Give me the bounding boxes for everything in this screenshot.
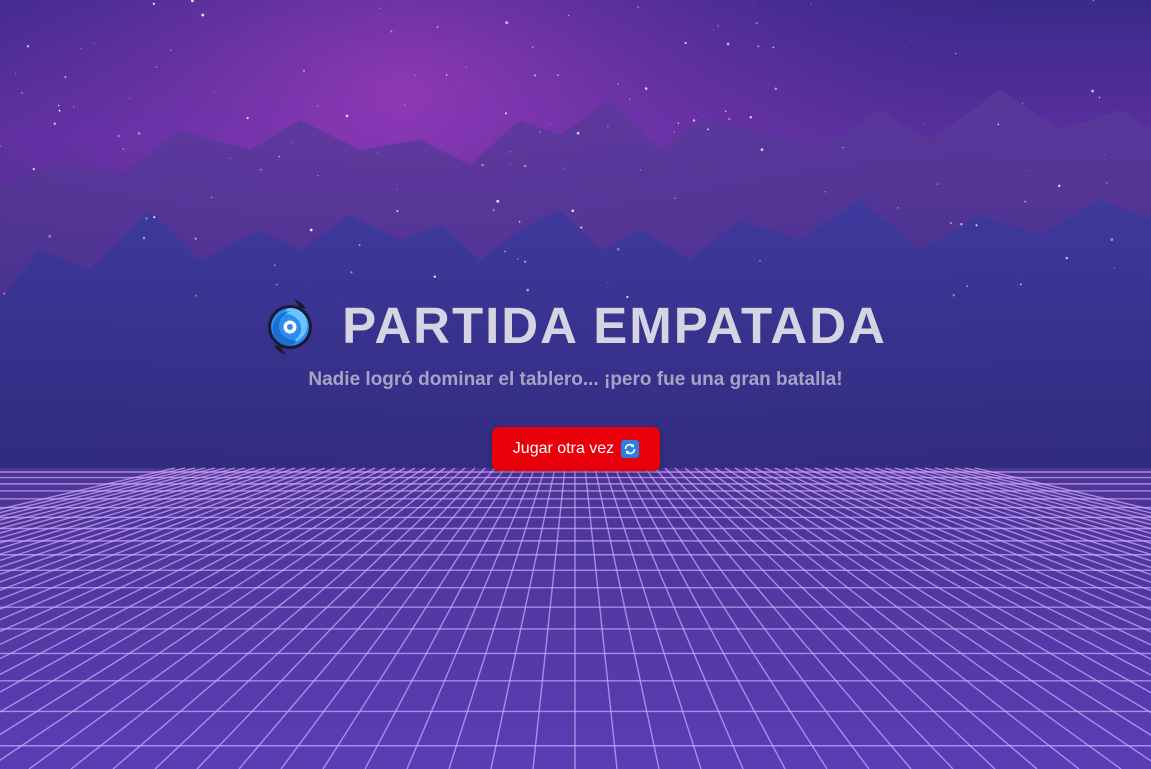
cyclone-icon xyxy=(264,295,316,355)
title-row: PARTIDA EMPATADA xyxy=(0,292,1151,358)
game-over-screen: PARTIDA EMPATADA Nadie logró dominar el … xyxy=(0,0,1151,769)
content-layer: PARTIDA EMPATADA Nadie logró dominar el … xyxy=(0,0,1151,769)
subtitle: Nadie logró dominar el tablero... ¡pero … xyxy=(308,369,843,390)
play-again-button[interactable]: Jugar otra vez xyxy=(492,427,660,471)
repeat-icon xyxy=(621,440,640,458)
play-again-label: Jugar otra vez xyxy=(512,440,615,457)
page-title: PARTIDA EMPATADA xyxy=(342,296,887,354)
